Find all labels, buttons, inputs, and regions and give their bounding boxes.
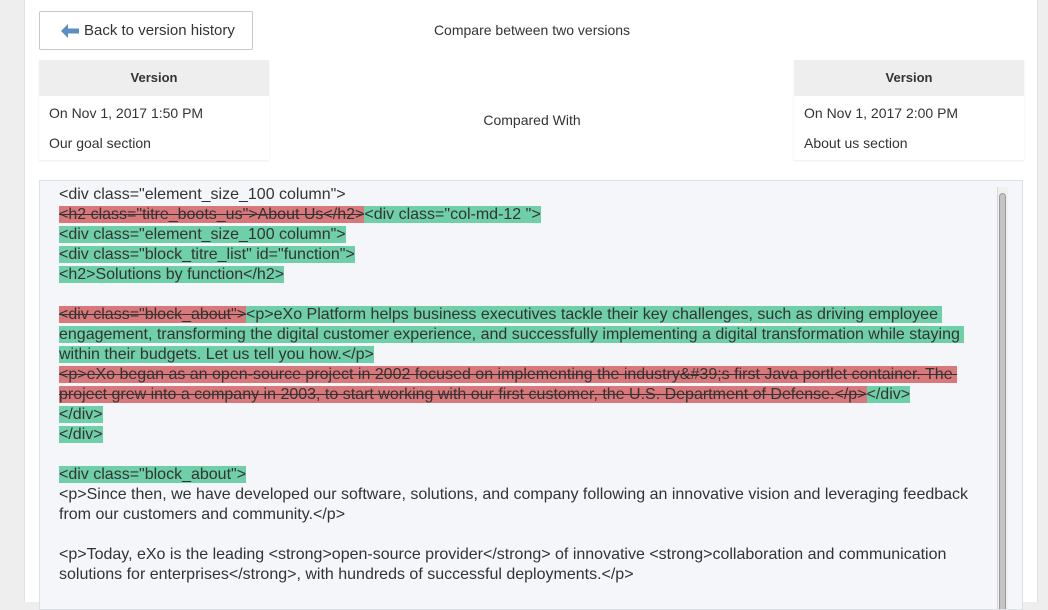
diff-line: <div class="block_about"> <box>59 465 979 485</box>
left-version-header: Version <box>39 60 269 96</box>
diff-inserted: <div class="element_size_100 column"> <box>59 226 346 243</box>
diff-deleted: <p>eXo began as an open-source project i… <box>59 366 958 403</box>
diff-content: <div class="element_size_100 column"> <h… <box>59 185 979 585</box>
diff-line: <div class="element_size_100 column"> <box>59 225 979 245</box>
diff-inserted: <div class="col-md-12 "> <box>364 206 541 223</box>
diff-inserted: <h2>Solutions by function</h2> <box>59 266 285 283</box>
diff-line: </div> <box>59 425 979 445</box>
compare-panel: Back to version history Compare between … <box>24 0 1038 610</box>
diff-text: <p>Today, eXo is the leading <strong>ope… <box>59 546 951 583</box>
diff-scrollbar[interactable] <box>997 187 1008 609</box>
right-version-header: Version <box>794 60 1024 96</box>
diff-line: <h2>Solutions by function</h2> <box>59 265 979 285</box>
arrow-left-icon <box>60 23 80 39</box>
diff-blank-line <box>59 445 979 465</box>
diff-text: <div class="element_size_100 column"> <box>59 186 346 203</box>
diff-line: <p>Since then, we have developed our sof… <box>59 485 979 525</box>
right-version-date: On Nov 1, 2017 2:00 PM <box>804 105 959 121</box>
back-button-label: Back to version history <box>84 22 235 39</box>
compared-with-label: Compared With <box>483 112 581 128</box>
diff-inserted: </div> <box>59 426 103 443</box>
back-to-version-history-button[interactable]: Back to version history <box>39 11 253 50</box>
diff-inserted: <div class="block_titre_list" id="functi… <box>59 246 355 263</box>
diff-scrollbar-thumb[interactable] <box>999 193 1006 609</box>
diff-line: <p>eXo began as an open-source project i… <box>59 365 979 405</box>
diff-inserted: </div> <box>866 386 911 403</box>
left-version-date: On Nov 1, 2017 1:50 PM <box>49 105 204 121</box>
page-title: Compare between two versions <box>433 22 631 38</box>
diff-text: <p>Since then, we have developed our sof… <box>59 486 973 523</box>
diff-inserted: <div class="block_about"> <box>59 466 247 483</box>
diff-line: </div> <box>59 405 979 425</box>
diff-viewer[interactable]: <div class="element_size_100 column"> <h… <box>39 180 1023 610</box>
diff-line: <div class="element_size_100 column"> <box>59 185 979 205</box>
diff-line: <div class="block_titre_list" id="functi… <box>59 245 979 265</box>
diff-blank-line <box>59 525 979 545</box>
diff-line: <div class="block_about"><p>eXo Platform… <box>59 305 979 365</box>
left-version-label: Our goal section <box>49 135 151 151</box>
diff-inserted: </div> <box>59 406 103 423</box>
left-version-card: Version On Nov 1, 2017 1:50 PM Our goal … <box>39 60 269 160</box>
right-version-card: Version On Nov 1, 2017 2:00 PM About us … <box>794 60 1024 160</box>
diff-line: <p>Today, eXo is the leading <strong>ope… <box>59 545 979 585</box>
diff-deleted: <h2 class="titre_boots_us">About Us</h2> <box>59 206 365 223</box>
diff-deleted: <div class="block_about"> <box>59 306 247 323</box>
diff-blank-line <box>59 285 979 305</box>
diff-line: <h2 class="titre_boots_us">About Us</h2>… <box>59 205 979 225</box>
right-version-label: About us section <box>804 135 908 151</box>
